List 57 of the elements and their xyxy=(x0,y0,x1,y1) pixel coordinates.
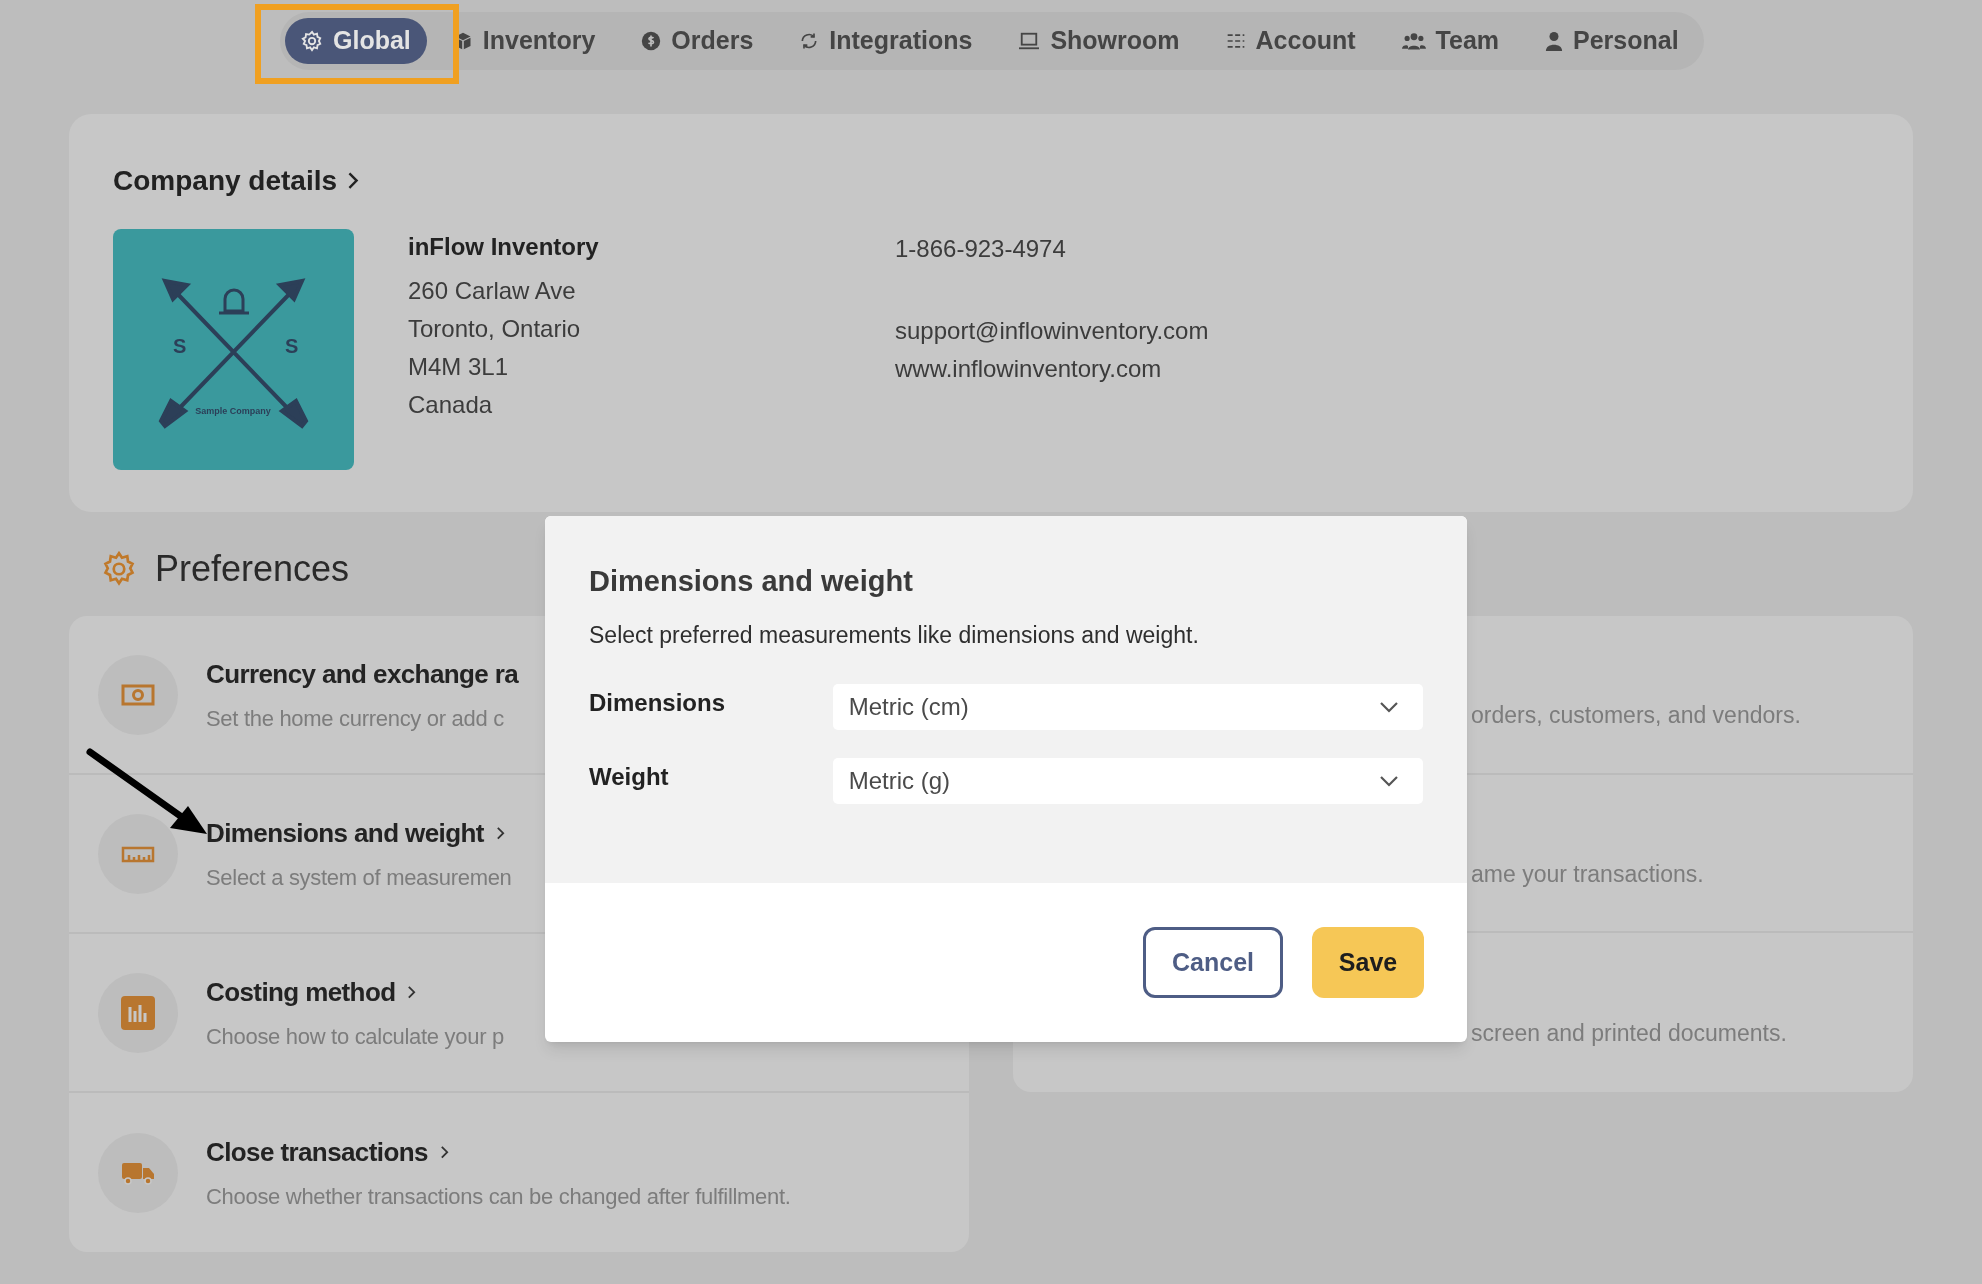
gear-icon xyxy=(301,30,323,52)
person-icon xyxy=(1545,31,1563,51)
field-label: Weight xyxy=(589,762,670,792)
dialog-title: Dimensions and weight xyxy=(589,564,914,599)
setting-description: ame your transactions. xyxy=(1471,859,1704,889)
logo-caption: Sample Company xyxy=(195,406,271,416)
chevron-icon xyxy=(439,1144,449,1160)
setting-title[interactable]: Close transactions xyxy=(206,1132,428,1172)
select-field[interactable]: Metric (g) xyxy=(832,758,1423,804)
chevron-icon xyxy=(495,825,505,841)
nav-tab[interactable]: Account xyxy=(1205,18,1376,64)
address-line: M4M 3L1 xyxy=(408,352,510,382)
cash-icon xyxy=(121,683,155,706)
section-title: Company details xyxy=(113,164,338,198)
chevron-down-icon xyxy=(1379,775,1399,787)
setting-description: Select a system of measuremen xyxy=(206,863,512,892)
select-field[interactable]: Metric (cm) xyxy=(832,684,1423,730)
setting-description: orders, customers, and vendors. xyxy=(1471,701,1801,731)
setting-title[interactable]: Dimensions and weight xyxy=(206,813,484,853)
ruler-icon xyxy=(121,844,155,863)
setting-title[interactable]: Costing method xyxy=(206,972,396,1012)
address-line: 260 Carlaw Ave xyxy=(408,276,577,306)
nav-tab[interactable]: Showroom xyxy=(998,18,1200,64)
email-address: support@inflowinventory.com xyxy=(895,316,1209,346)
field-label: Dimensions xyxy=(589,688,727,718)
nav-tab[interactable]: Global xyxy=(285,18,427,64)
website-address: www.inflowinventory.com xyxy=(895,354,1163,384)
nav-tab[interactable]: Orders xyxy=(621,18,774,64)
people-icon xyxy=(1401,31,1426,51)
setting-description: Set the home currency or add c xyxy=(206,704,505,733)
save-button[interactable]: Save xyxy=(1312,927,1424,998)
company-name: inFlow Inventory xyxy=(408,232,599,262)
nav-tab[interactable]: Team xyxy=(1381,18,1519,64)
address-line: Toronto, Ontario xyxy=(408,314,582,344)
bar-chart-icon xyxy=(121,995,155,1030)
gear-icon xyxy=(101,551,137,587)
nav-tab[interactable]: Integrations xyxy=(779,18,993,64)
laptop-icon xyxy=(1018,31,1041,51)
sliders-icon xyxy=(1225,31,1246,51)
setting-description: Choose how to calculate your p xyxy=(206,1022,504,1051)
cancel-button[interactable]: Cancel xyxy=(1143,927,1283,998)
section-title: Preferences xyxy=(155,547,350,591)
chevron-icon xyxy=(347,171,360,191)
address-line: Canada xyxy=(408,390,494,420)
setting-description: Choose whether transactions can be changed after fulfillment. xyxy=(206,1182,791,1211)
dollar-coin-icon xyxy=(641,31,662,51)
bell-icon xyxy=(219,288,249,315)
phone-number: 1-866-923-4974 xyxy=(895,234,1067,264)
logo-letter: S xyxy=(173,335,187,357)
nav-tab[interactable]: Personal xyxy=(1525,18,1699,64)
setting-title[interactable]: Currency and exchange ra xyxy=(206,654,519,694)
chevron-icon xyxy=(407,984,417,1000)
logo-letter: S xyxy=(285,335,299,357)
setting-description: screen and printed documents. xyxy=(1471,1019,1787,1049)
dialog-subtitle: Select preferred measurements like dimensions and weight. xyxy=(589,620,1200,650)
chevron-down-icon xyxy=(1379,701,1399,713)
nav-tab[interactable]: Inventory xyxy=(432,18,616,64)
